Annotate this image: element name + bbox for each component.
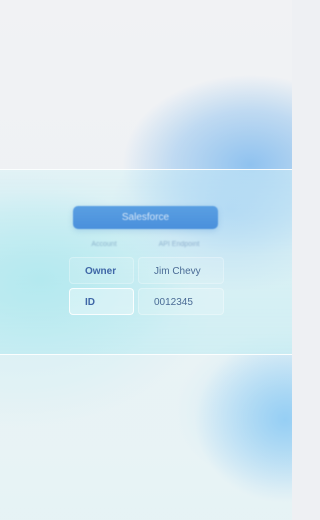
record-card: Salesforce Account API Endpoint Owner Ji… — [0, 0, 292, 520]
card-title: Salesforce — [73, 206, 218, 229]
id-value[interactable]: 0012345 — [138, 288, 224, 315]
column-header-account: Account — [91, 241, 117, 248]
owner-value[interactable]: Jim Chevy — [138, 257, 224, 284]
id-label[interactable]: ID — [69, 288, 134, 315]
owner-label: Owner — [69, 257, 134, 284]
column-header-api-endpoint: API Endpoint — [158, 241, 200, 248]
